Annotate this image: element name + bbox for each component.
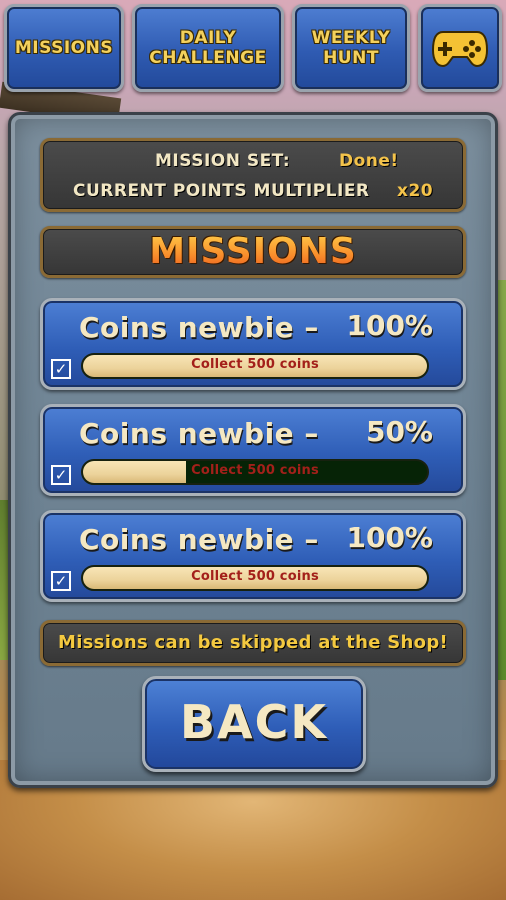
mission-card[interactable]: Coins newbie – 100% ✓ Collect 500 coins [40,298,466,390]
tab-missions-label: MISSIONS [14,38,114,58]
tab-missions[interactable]: MISSIONS [4,4,124,92]
missions-title-box: MISSIONS [40,226,466,278]
mission-card[interactable]: Coins newbie – 100% ✓ Collect 500 coins [40,510,466,602]
mission-name: Coins newbie – [79,417,319,450]
mission-percent: 100% [346,309,433,342]
skip-note-box: Missions can be skipped at the Shop! [40,620,466,666]
multiplier-value: x20 [397,181,434,201]
mission-checkbox[interactable]: ✓ [51,359,71,379]
mission-card[interactable]: Coins newbie – 50% ✓ Collect 500 coins [40,404,466,496]
tab-weekly-hunt-label: WEEKLY HUNT [311,28,391,68]
mission-checkbox[interactable]: ✓ [51,465,71,485]
mission-name: Coins newbie – [79,311,319,344]
multiplier-label: CURRENT POINTS MULTIPLIER [73,181,370,201]
mission-set-label: MISSION SET: [155,151,291,171]
tab-weekly-hunt[interactable]: WEEKLY HUNT [292,4,410,92]
gamepad-icon [431,31,489,68]
back-button-label: BACK [179,695,329,749]
mission-progress-bar: Collect 500 coins [81,459,429,485]
tab-daily-challenge[interactable]: DAILY CHALLENGE [132,4,284,92]
multiplier-row: CURRENT POINTS MULTIPLIER x20 [73,181,433,201]
mission-set-value: Done! [339,151,399,171]
page-title: MISSIONS [43,231,463,272]
mission-checkbox[interactable]: ✓ [51,571,71,591]
mission-task-label: Collect 500 coins [191,569,319,584]
mission-progress-bar: Collect 500 coins [81,565,429,591]
mission-task-label: Collect 500 coins [191,357,319,372]
mission-percent: 50% [365,415,433,448]
tab-games[interactable] [418,4,502,92]
mission-progress-bar: Collect 500 coins [81,353,429,379]
mission-task-label: Collect 500 coins [191,463,319,478]
mission-info-box: MISSION SET: Done! CURRENT POINTS MULTIP… [40,138,466,212]
mission-name: Coins newbie – [79,523,319,556]
back-button[interactable]: BACK [142,676,366,772]
skip-note-text: Missions can be skipped at the Shop! [57,632,449,653]
tab-daily-challenge-label: DAILY CHALLENGE [149,28,267,68]
mission-percent: 100% [346,521,433,554]
